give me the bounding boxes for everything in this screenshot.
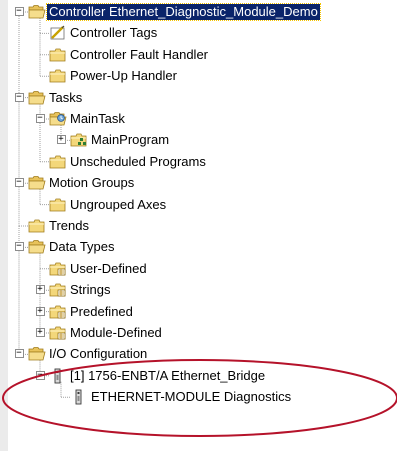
- datatype-folder-icon: [49, 283, 66, 297]
- tree-node-io-configuration[interactable]: − I/O Configuration: [8, 344, 388, 364]
- folder-open-icon: [28, 5, 46, 19]
- tags-icon: [50, 25, 65, 40]
- folder-open-icon: [28, 176, 46, 190]
- folder-icon: [49, 48, 66, 62]
- tree-node-motion-groups[interactable]: − Motion Groups: [8, 173, 388, 193]
- task-icon: [49, 112, 67, 126]
- node-label: Strings: [70, 282, 111, 298]
- folder-open-icon: [28, 240, 46, 254]
- node-label: Power-Up Handler: [70, 68, 177, 84]
- node-label: I/O Configuration: [49, 346, 148, 362]
- node-label: Controller Ethernet_Diagnostic_Module_De…: [46, 3, 321, 21]
- collapse-toggle[interactable]: −: [14, 242, 24, 252]
- node-label: Tasks: [49, 89, 83, 105]
- node-label: [1] 1756-ENBT/A Ethernet_Bridge: [70, 367, 266, 383]
- tree-node-maintask[interactable]: − MainTask: [8, 109, 388, 129]
- folder-icon: [49, 198, 66, 211]
- datatype-folder-icon: [49, 305, 66, 318]
- collapse-toggle[interactable]: −: [14, 349, 24, 359]
- tree-node-ethernet-module-diagnostics[interactable]: ETHERNET-MODULE Diagnostics: [8, 387, 388, 407]
- node-label: ETHERNET-MODULE Diagnostics: [91, 389, 292, 405]
- collapse-toggle[interactable]: −: [14, 178, 24, 188]
- tree-node-controller[interactable]: − Controller Ethernet_Diagnostic_Module_…: [8, 2, 388, 22]
- expand-toggle[interactable]: +: [35, 306, 45, 316]
- tree-node-module-defined[interactable]: + Module-Defined: [8, 323, 388, 343]
- node-label: Ungrouped Axes: [70, 196, 167, 212]
- tree-node-trends[interactable]: Trends: [8, 216, 388, 236]
- collapse-toggle[interactable]: −: [35, 114, 45, 123]
- controller-organizer-tree: − Controller Ethernet_Diagnostic_Module_…: [8, 0, 397, 451]
- program-icon: [70, 133, 87, 147]
- tree-node-unscheduled-programs[interactable]: Unscheduled Programs: [8, 152, 388, 172]
- node-label: Controller Tags: [70, 25, 158, 41]
- node-label: User-Defined: [70, 260, 147, 276]
- module-icon: [75, 389, 82, 405]
- tree-node-controller-tags[interactable]: Controller Tags: [8, 23, 388, 43]
- folder-icon: [49, 69, 66, 83]
- folder-open-icon: [28, 347, 46, 361]
- tree-node-strings[interactable]: + Strings: [8, 280, 388, 300]
- expand-toggle[interactable]: +: [35, 328, 45, 337]
- tree-node-enbt-module[interactable]: − [1] 1756-ENBT/A Ethernet_Bridge: [8, 366, 388, 386]
- folder-open-icon: [28, 90, 46, 104]
- node-label: Motion Groups: [49, 175, 135, 191]
- collapse-toggle[interactable]: −: [35, 370, 45, 380]
- folder-icon: [49, 155, 66, 169]
- module-icon: [54, 368, 61, 384]
- datatype-folder-icon: [49, 262, 66, 276]
- node-label: MainProgram: [91, 132, 170, 148]
- tree-node-data-types[interactable]: − Data Types: [8, 237, 388, 257]
- tree-node-controller-fault-handler[interactable]: Controller Fault Handler: [8, 45, 388, 65]
- collapse-toggle[interactable]: −: [14, 7, 24, 16]
- tree-node-predefined[interactable]: + Predefined: [8, 302, 388, 322]
- datatype-folder-icon: [49, 326, 66, 340]
- node-label: Data Types: [49, 239, 115, 255]
- tree-node-ungrouped-axes[interactable]: Ungrouped Axes: [8, 195, 388, 215]
- collapse-toggle[interactable]: −: [14, 92, 24, 102]
- node-label: Trends: [49, 218, 89, 233]
- tree-node-user-defined[interactable]: User-Defined: [8, 259, 388, 279]
- node-label: Predefined: [70, 303, 133, 319]
- tree-node-mainprogram[interactable]: + MainProgram: [8, 130, 388, 150]
- expand-toggle[interactable]: +: [56, 135, 66, 145]
- node-label: Module-Defined: [70, 325, 162, 340]
- tree-node-tasks[interactable]: − Tasks: [8, 88, 388, 108]
- node-label: Unscheduled Programs: [70, 153, 206, 169]
- expand-toggle[interactable]: +: [35, 285, 45, 295]
- tree-node-power-up-handler[interactable]: Power-Up Handler: [8, 66, 388, 86]
- node-label: Controller Fault Handler: [70, 46, 209, 62]
- node-label: MainTask: [70, 111, 125, 126]
- folder-icon: [28, 219, 45, 233]
